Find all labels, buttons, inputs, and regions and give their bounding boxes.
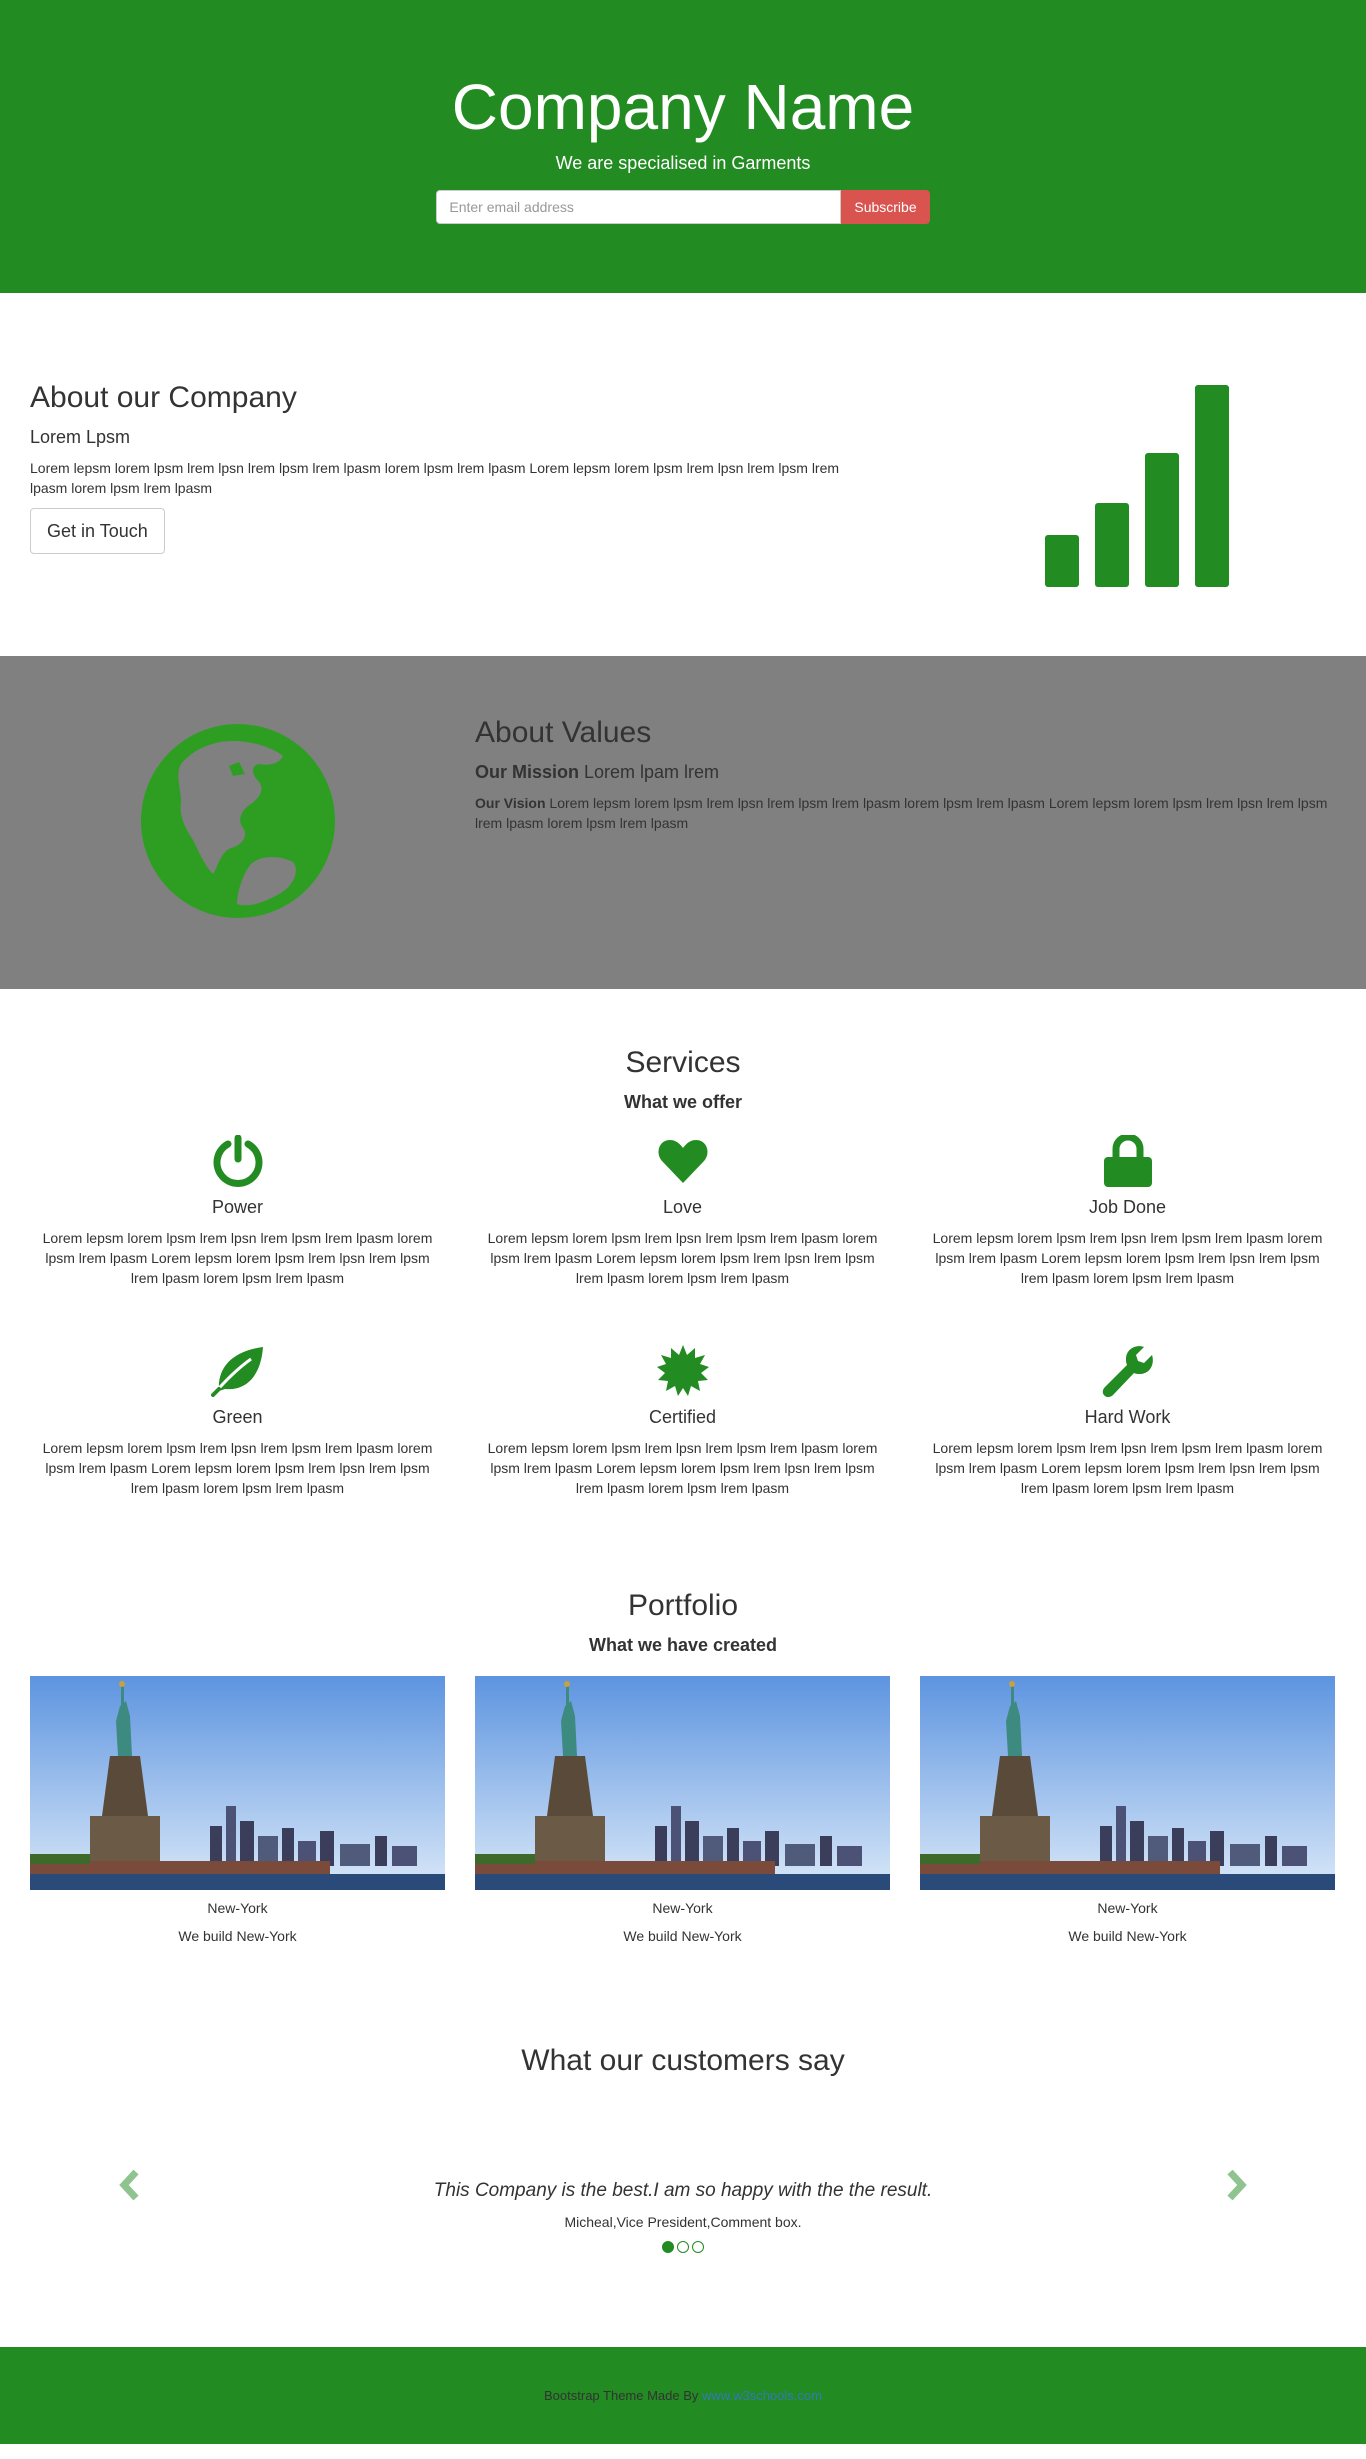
services-subtitle: What we offer xyxy=(623,1092,742,1112)
subscribe-button[interactable]: Subscribe xyxy=(841,190,930,224)
new-york-image xyxy=(30,1676,445,1890)
new-york-image xyxy=(475,1676,890,1890)
service-item: Power Lorem lepsm lorem lpsm lrem lpsn l… xyxy=(30,1133,445,1288)
hero: Company Name We are specialised in Garme… xyxy=(0,0,1366,293)
service-text: Lorem lepsm lorem lpsm lrem lpsn lrem lp… xyxy=(932,1230,1323,1286)
service-text: Lorem lepsm lorem lpsm lrem lpsn lrem lp… xyxy=(932,1440,1323,1496)
service-label: Love xyxy=(662,1197,703,1217)
services-section: Services What we offer Power Lorem lepsm… xyxy=(0,989,1366,1589)
portfolio-title: Portfolio xyxy=(627,1589,739,1622)
portfolio-item[interactable]: New-York We build New-York xyxy=(475,1676,890,1944)
about-body: Lorem lepsm lorem lpsm lrem lpsn lrem lp… xyxy=(30,460,840,496)
get-in-touch-button[interactable]: Get in Touch xyxy=(30,508,165,554)
portfolio-item-caption: We build New-York xyxy=(178,1928,297,1944)
globe-icon xyxy=(141,724,335,918)
service-item: Green Lorem lepsm lorem lpsm lrem lpsn l… xyxy=(30,1343,445,1498)
portfolio-item-caption: We build New-York xyxy=(1068,1928,1187,1944)
signal-icon xyxy=(1045,385,1229,587)
chevron-right-icon[interactable] xyxy=(1222,2170,1248,2200)
about-section: About our Company Lorem Lpsm Lorem lepsm… xyxy=(0,293,1366,656)
values-title: About Values xyxy=(475,716,652,749)
vision-text: Lorem lepsm lorem lpsm lrem lpsn lrem lp… xyxy=(475,795,1328,831)
service-label: Hard Work xyxy=(1084,1407,1171,1427)
service-label: Certified xyxy=(648,1407,717,1427)
power-icon xyxy=(213,1135,262,1187)
service-item: Hard Work Lorem lepsm lorem lpsm lrem lp… xyxy=(920,1343,1335,1498)
portfolio-grid: New-York We build New-York New-York We b… xyxy=(0,1676,1366,1944)
lock-icon xyxy=(1103,1135,1152,1187)
about-text: About our Company Lorem Lpsm Lorem lepsm… xyxy=(30,381,870,554)
tagline: We are specialised in Garments xyxy=(555,153,811,173)
new-york-image xyxy=(920,1676,1335,1890)
portfolio-item[interactable]: New-York We build New-York xyxy=(920,1676,1335,1944)
heart-icon xyxy=(658,1140,707,1183)
leaf-icon xyxy=(210,1347,263,1397)
vision: Our Vision Lorem lepsm lorem lpsm lrem l… xyxy=(475,793,1335,833)
service-text: Lorem lepsm lorem lpsm lrem lpsn lrem lp… xyxy=(487,1230,878,1286)
email-input[interactable] xyxy=(436,190,842,224)
service-item: Certified Lorem lepsm lorem lpsm lrem lp… xyxy=(475,1343,890,1498)
mission-text: Lorem lpam lrem xyxy=(579,762,720,782)
values-section: About Values Our Mission Lorem lpam lrem… xyxy=(0,656,1366,989)
service-label: Power xyxy=(211,1197,264,1217)
portfolio-item-title: New-York xyxy=(207,1900,268,1916)
portfolio-item-title: New-York xyxy=(1097,1900,1158,1916)
footer-text: Bootstrap Theme Made By xyxy=(544,2388,703,2403)
carousel-dot[interactable] xyxy=(692,2241,704,2253)
portfolio-section: Portfolio What we have created New-York … xyxy=(0,1589,1366,2044)
mission-label: Our Mission xyxy=(475,762,580,782)
service-label: Green xyxy=(212,1407,263,1427)
services-title: Services xyxy=(625,1046,741,1079)
certificate-icon xyxy=(656,1345,709,1396)
service-text: Lorem lepsm lorem lpsm lrem lpsn lrem lp… xyxy=(42,1230,433,1286)
company-name: Company Name xyxy=(451,71,915,143)
vision-label: Our Vision xyxy=(475,795,546,811)
service-text: Lorem lepsm lorem lpsm lrem lpsn lrem lp… xyxy=(487,1440,878,1496)
about-title: About our Company xyxy=(30,381,297,414)
testimonials-title: What our customers say xyxy=(521,2044,845,2077)
services-grid: Power Lorem lepsm lorem lpsm lrem lpsn l… xyxy=(0,1133,1366,1498)
service-item: Love Lorem lepsm lorem lpsm lrem lpsn lr… xyxy=(475,1133,890,1288)
carousel-indicators xyxy=(0,2241,1366,2253)
wrench-icon xyxy=(1102,1346,1153,1397)
testimonial-quote: This Company is the best.I am so happy w… xyxy=(433,2180,933,2201)
testimonials-section: What our customers say This Company is t… xyxy=(0,2044,1366,2347)
values-text: About Values Our Mission Lorem lpam lrem… xyxy=(475,716,1335,833)
portfolio-item[interactable]: New-York We build New-York xyxy=(30,1676,445,1944)
testimonial-author: Micheal,Vice President,Comment box. xyxy=(564,2214,802,2230)
footer: Bootstrap Theme Made By www.w3schools.co… xyxy=(0,2347,1366,2444)
carousel-dot[interactable] xyxy=(662,2241,674,2253)
portfolio-item-title: New-York xyxy=(652,1900,713,1916)
footer-link[interactable]: www.w3schools.com xyxy=(702,2388,822,2403)
service-item: Job Done Lorem lepsm lorem lpsm lrem lps… xyxy=(920,1133,1335,1288)
service-text: Lorem lepsm lorem lpsm lrem lpsn lrem lp… xyxy=(42,1440,433,1496)
portfolio-item-caption: We build New-York xyxy=(623,1928,742,1944)
subscribe-form: Subscribe xyxy=(0,190,1366,224)
service-label: Job Done xyxy=(1088,1197,1167,1217)
carousel-dot[interactable] xyxy=(677,2241,689,2253)
mission: Our Mission Lorem lpam lrem xyxy=(475,762,1335,783)
portfolio-subtitle: What we have created xyxy=(588,1635,778,1655)
about-subtitle: Lorem Lpsm xyxy=(30,427,131,447)
